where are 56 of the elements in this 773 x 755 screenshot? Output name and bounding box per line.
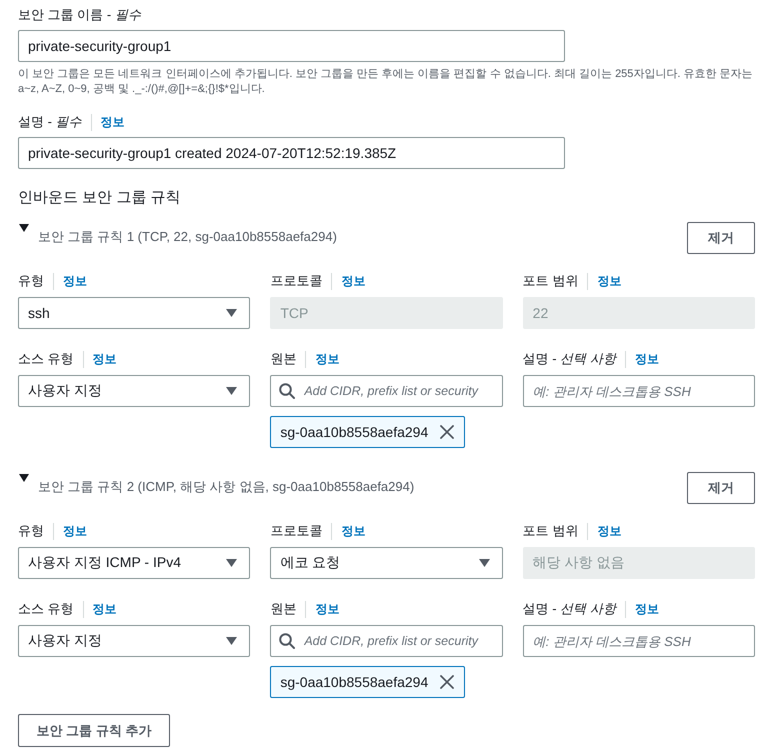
field-label: 프로토콜: [270, 522, 322, 540]
field-label: 소스 유형: [18, 600, 74, 618]
token-label: sg-0aa10b8558aefa294: [280, 424, 428, 440]
info-link[interactable]: 정보: [634, 601, 659, 617]
caret-icon[interactable]: [19, 474, 29, 482]
field-label: 소스 유형: [18, 350, 74, 368]
info-link[interactable]: 정보: [100, 114, 125, 130]
info-link[interactable]: 정보: [315, 351, 340, 367]
input-field[interactable]: 예: 관리자 데스크톱용 SSH: [522, 625, 755, 657]
input-field: 22: [522, 297, 755, 329]
input-field[interactable]: private-security-group1: [18, 30, 565, 62]
field-label: 포트 범위: [522, 522, 578, 540]
info-link[interactable]: 정보: [92, 351, 117, 367]
remove-button[interactable]: 제거: [687, 472, 755, 504]
remove-button[interactable]: 제거: [687, 222, 755, 254]
dropdown[interactable]: ssh: [18, 297, 250, 329]
info-link[interactable]: 정보: [341, 523, 366, 539]
dropdown[interactable]: 에코 요청: [270, 547, 503, 579]
caret-icon[interactable]: [19, 224, 29, 232]
dropdown: TCP: [270, 297, 503, 329]
info-link[interactable]: 정보: [634, 351, 659, 367]
token-label: sg-0aa10b8558aefa294: [280, 674, 428, 690]
close-icon[interactable]: [440, 425, 454, 439]
section-heading: 인바운드 보안 그룹 규칙: [18, 188, 182, 208]
dropdown[interactable]: 사용자 지정: [18, 375, 250, 407]
field-label: 프로토콜: [270, 272, 322, 290]
info-link[interactable]: 정보: [92, 601, 117, 617]
field-label: 원본: [270, 600, 296, 618]
dropdown[interactable]: 사용자 지정 ICMP - IPv4: [18, 547, 250, 579]
rule-summary: 보안 그룹 규칙 1 (TCP, 22, sg-0aa10b8558aefa294): [38, 228, 337, 245]
input-field[interactable]: 예: 관리자 데스크톱용 SSH: [522, 375, 755, 407]
field-label: 원본: [270, 350, 296, 368]
field-label: 설명 - 선택 사항: [522, 350, 616, 368]
caret-icon: [226, 309, 238, 317]
field-label: 설명 - 선택 사항: [522, 600, 616, 618]
caret-icon: [226, 387, 238, 395]
search-icon: [279, 383, 296, 399]
info-link[interactable]: 정보: [315, 601, 340, 617]
caret-icon: [226, 559, 238, 567]
rule-summary: 보안 그룹 규칙 2 (ICMP, 해당 사항 없음, sg-0aa10b8558aefa294): [38, 478, 414, 495]
info-link[interactable]: 정보: [63, 523, 87, 539]
search-icon: [279, 633, 296, 649]
field-label: 설명 - 필수: [18, 113, 82, 131]
close-icon[interactable]: [440, 675, 454, 689]
info-link[interactable]: 정보: [63, 273, 87, 289]
caret-icon: [226, 637, 238, 645]
add-rule-button[interactable]: 보안 그룹 규칙 추가: [18, 714, 170, 747]
input-field[interactable]: private-security-group1 created 2024-07-20T12:52:19.385Z: [18, 137, 565, 169]
field-label: 유형: [18, 272, 44, 290]
field-label: 포트 범위: [522, 272, 578, 290]
field-label: 유형: [18, 522, 44, 540]
help-text: 이 보안 그룹은 모든 네트워크 인터페이스에 추가됩니다. 보안 그룹을 만든 후에는 이름을 편집할 수 없습니다. 최대 길이는 255자입니다. 유효한 문자는 a~z, A~Z, 0~9, 공백 및 ._-:/()#,@[]+=&;{}!$*입니다.: [18, 67, 754, 97]
field-label: 보안 그룹 이름 - 필수: [18, 6, 141, 24]
caret-icon: [478, 559, 490, 567]
dropdown[interactable]: 사용자 지정: [18, 625, 250, 657]
input-field: 해당 사항 없음: [522, 547, 755, 579]
